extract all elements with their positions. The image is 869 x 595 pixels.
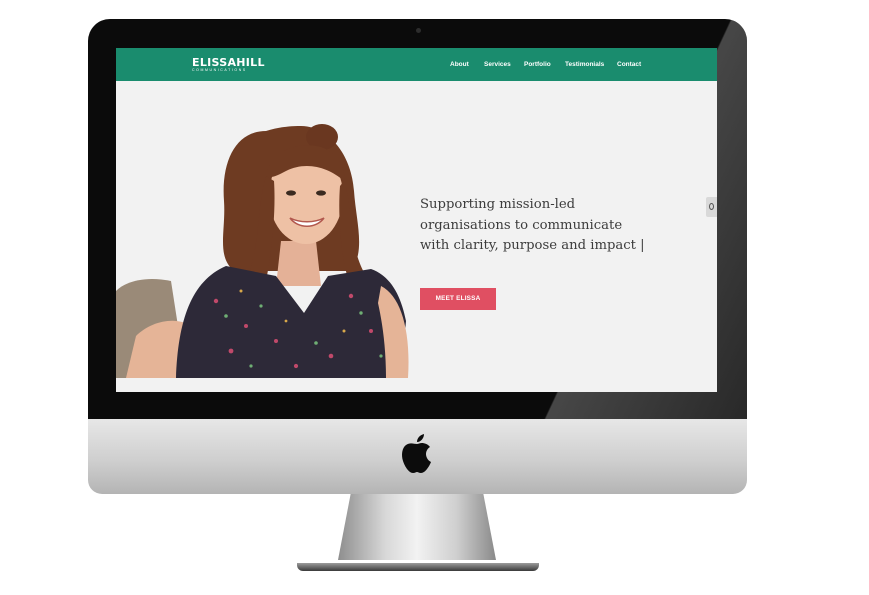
monitor-chin [88,419,747,494]
website-screen: ELISSAHILL COMMUNICATIONS About Services… [116,48,717,392]
site-logo[interactable]: ELISSAHILL COMMUNICATIONS [192,57,265,73]
apple-logo-icon [402,434,431,473]
stand-base [297,563,539,571]
side-tab[interactable] [706,197,717,217]
nav-link-services[interactable]: Services [484,61,511,69]
nav-link-testimonials[interactable]: Testimonials [565,61,604,69]
stand-neck [338,494,496,560]
nav-link-about[interactable]: About [450,61,469,69]
tagline-line: organisations to communicate [420,217,623,233]
tagline-line: Supporting mission-led [420,197,576,212]
hero-tagline: Supporting mission-led organisations to … [420,195,660,257]
chat-icon [709,203,714,210]
logo-wordmark: ELISSAHILL [192,56,265,69]
navbar: ELISSAHILL COMMUNICATIONS About Services… [116,48,717,81]
tagline-line: with clarity, purpose and impact | [420,238,645,253]
monitor-stand [328,494,506,566]
nav-link-portfolio[interactable]: Portfolio [524,61,551,69]
hero-portrait-image [116,124,409,378]
camera-icon [416,28,421,33]
nav-link-contact[interactable]: Contact [617,61,641,69]
meet-elissa-button[interactable]: MEET ELISSA [420,288,496,310]
